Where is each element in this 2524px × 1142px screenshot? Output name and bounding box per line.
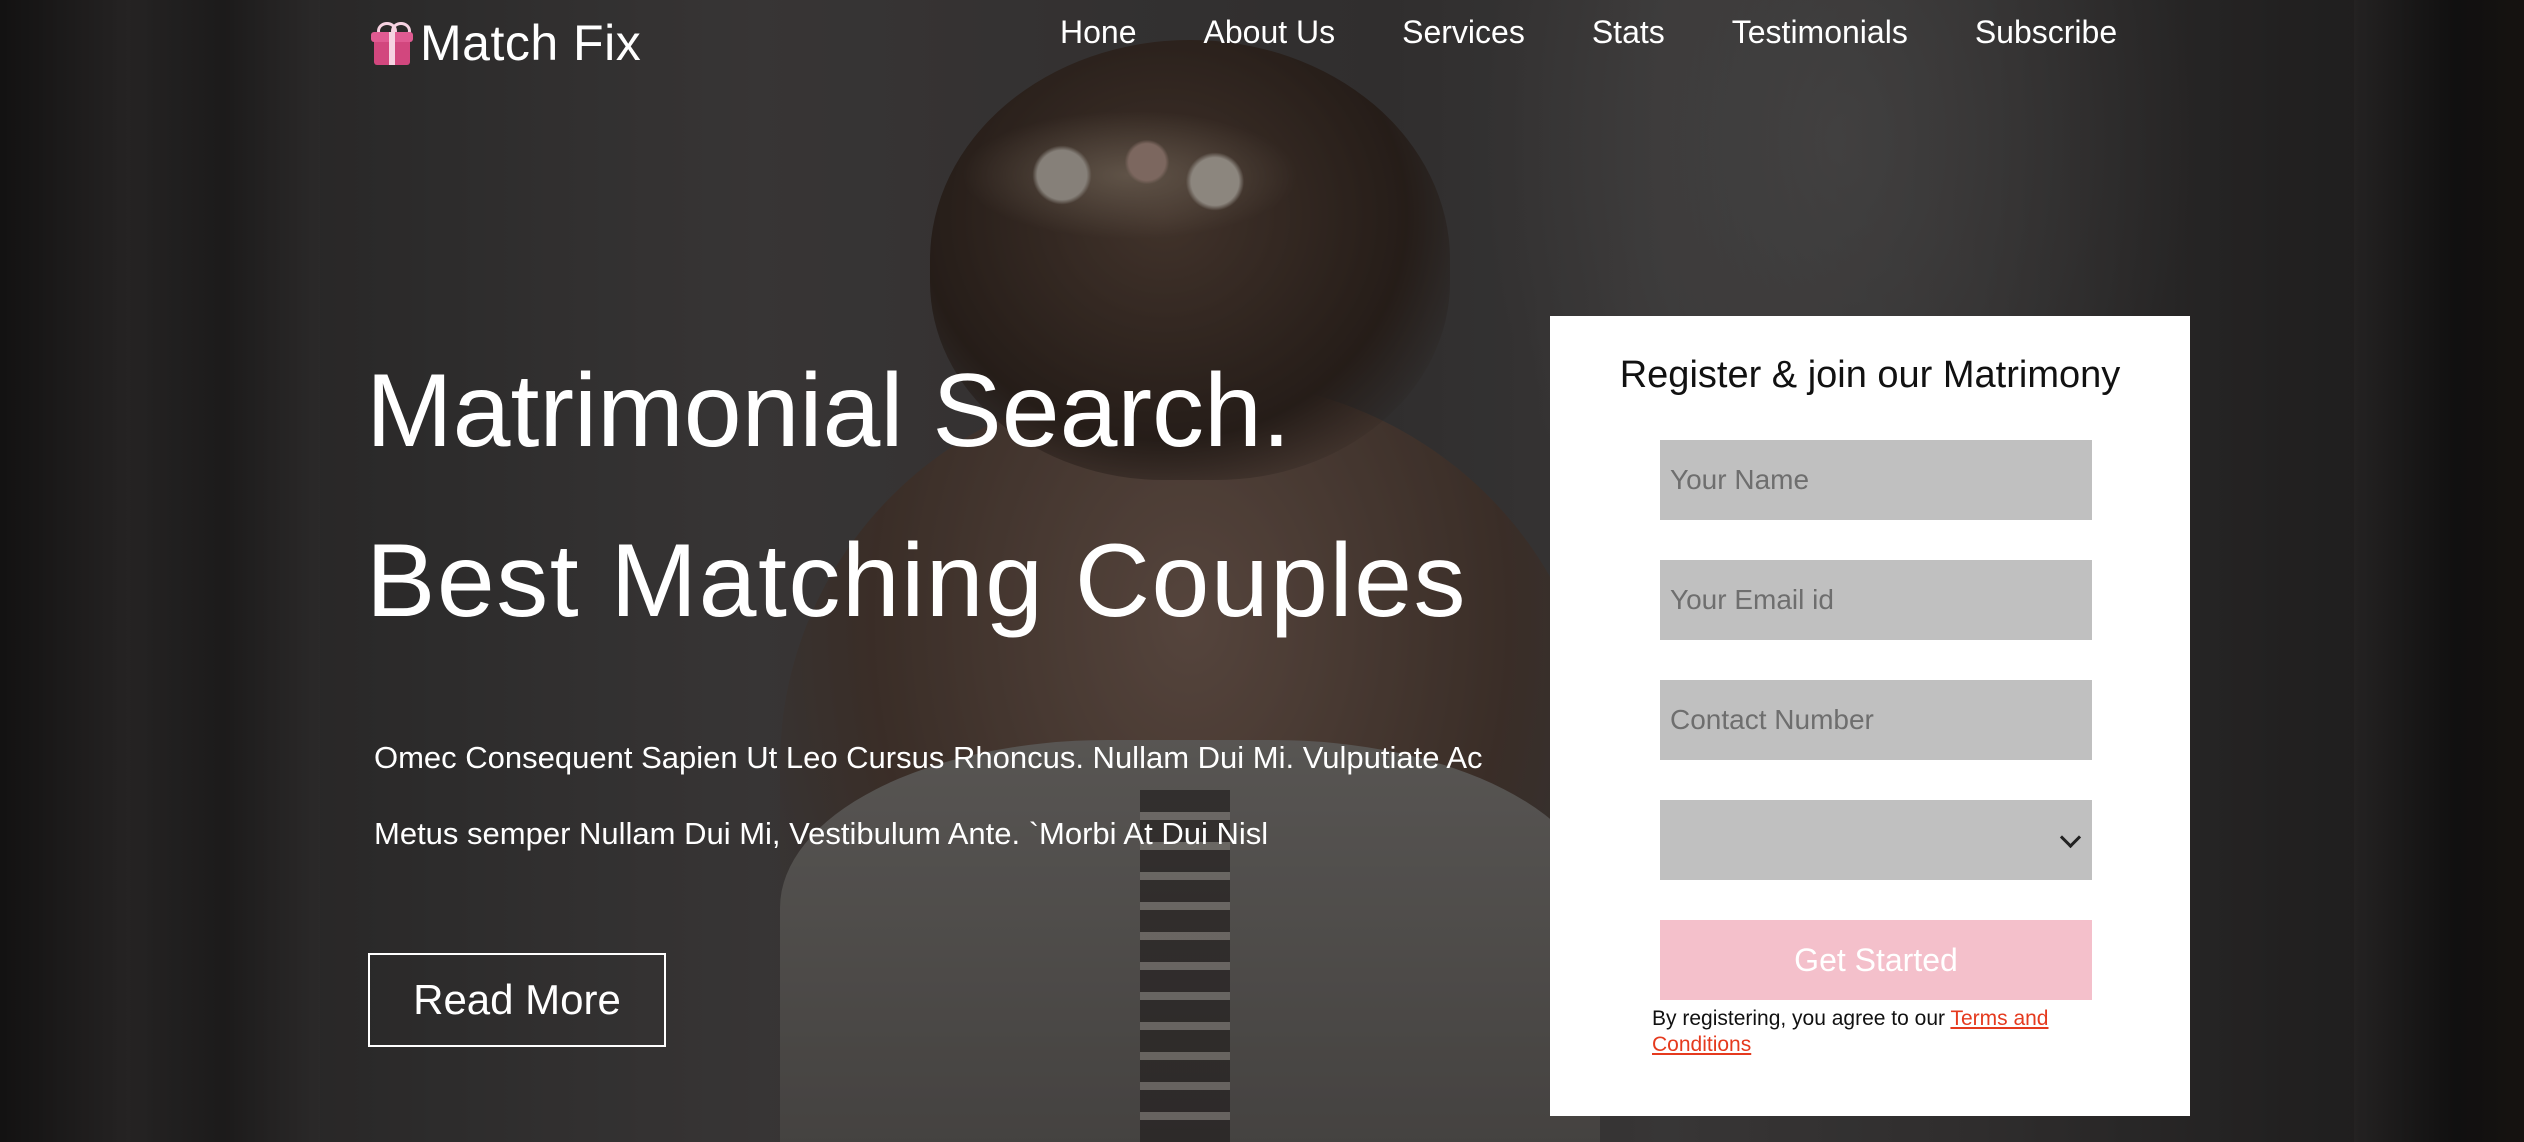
- nav-item-services[interactable]: Services: [1402, 14, 1525, 51]
- get-started-button[interactable]: Get Started: [1660, 920, 2092, 1000]
- register-title: Register & join our Matrimony: [1619, 354, 2121, 396]
- hero-body-line2: Metus semper Nullam Dui Mi, Vestibulum A…: [374, 816, 1269, 851]
- hero-title-line1: Matrimonial Search.: [366, 353, 1291, 469]
- email-input[interactable]: [1668, 559, 2092, 641]
- hero-title-line2: Best Matching Couples: [366, 523, 1467, 639]
- terms-prefix: By registering, you agree to our: [1652, 1007, 1951, 1030]
- chevron-down-icon: [2059, 826, 2082, 849]
- brand-name: Match Fix: [420, 15, 642, 71]
- terms-note: By registering, you agree to our Terms a…: [1652, 1006, 2122, 1058]
- nav-item-stats[interactable]: Stats: [1592, 14, 1665, 51]
- brand-logo[interactable]: Match Fix: [370, 14, 641, 72]
- nav-item-about-us[interactable]: About Us: [1204, 14, 1336, 51]
- email-field-wrapper: [1660, 559, 2092, 641]
- nav-item-home[interactable]: Hone: [1060, 14, 1137, 51]
- contact-number-input[interactable]: [1668, 679, 2092, 761]
- nav-item-subscribe[interactable]: Subscribe: [1975, 14, 2117, 51]
- name-input[interactable]: [1668, 439, 2092, 521]
- nav-item-testimonials[interactable]: Testimonials: [1732, 14, 1908, 51]
- name-field-wrapper: [1660, 439, 2092, 521]
- gift-icon: [370, 21, 414, 65]
- dropdown-select[interactable]: [1660, 800, 2092, 880]
- hero-body-line1: Omec Consequent Sapien Ut Leo Cursus Rho…: [374, 740, 1483, 775]
- read-more-button[interactable]: Read More: [368, 953, 666, 1047]
- main-nav: Hone About Us Services Stats Testimonial…: [1060, 14, 2117, 51]
- contact-field-wrapper: [1660, 679, 2092, 761]
- register-panel: Register & join our Matrimony Get Starte…: [1550, 316, 2190, 1116]
